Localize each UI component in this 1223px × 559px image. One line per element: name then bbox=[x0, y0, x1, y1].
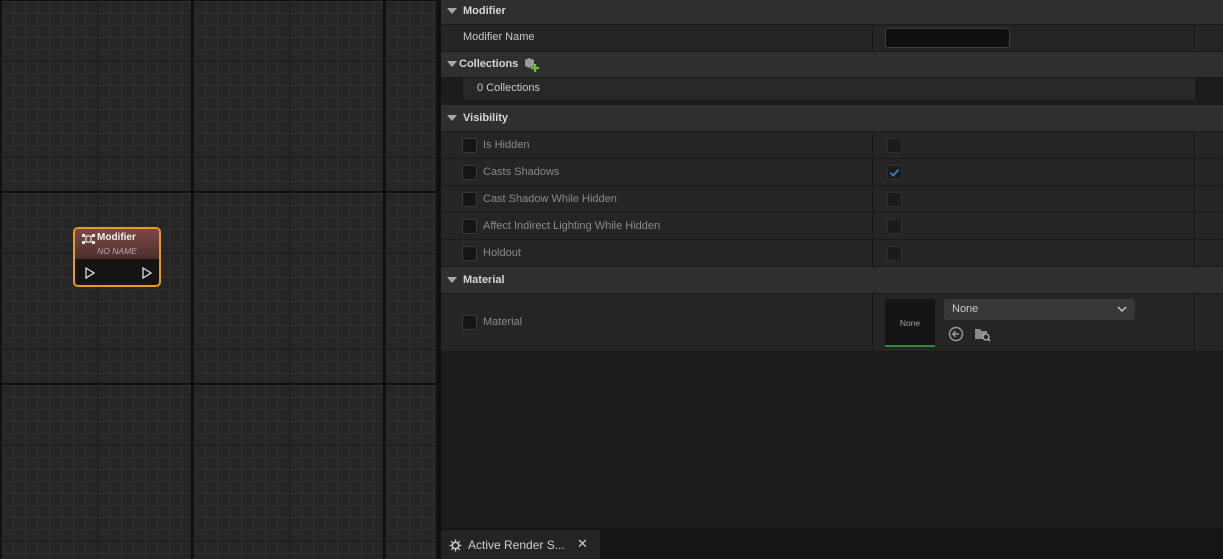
input-exec-pin-icon[interactable] bbox=[84, 267, 96, 279]
column-divider[interactable] bbox=[872, 213, 873, 239]
is-hidden-checkbox[interactable] bbox=[887, 138, 902, 153]
category-label: Visibility bbox=[463, 112, 509, 124]
details-panel: Modifier Modifier Name Collections 0 Col… bbox=[441, 0, 1223, 528]
collections-list-row: 0 Collections bbox=[441, 78, 1223, 101]
graph-editor-canvas[interactable]: Modifier NO NAME bbox=[0, 0, 436, 559]
material-asset-combo[interactable]: None bbox=[944, 299, 1135, 320]
property-label: Modifier Name bbox=[463, 31, 535, 43]
category-material[interactable]: Material bbox=[441, 267, 1223, 294]
category-label: Modifier bbox=[463, 5, 506, 17]
override-checkbox[interactable] bbox=[462, 165, 477, 180]
property-material: Material None None bbox=[441, 294, 1223, 352]
category-label: Material bbox=[463, 274, 505, 286]
property-label: Holdout bbox=[483, 247, 521, 259]
column-divider bbox=[1194, 294, 1195, 351]
collections-count: 0 Collections bbox=[477, 82, 540, 94]
override-checkbox[interactable] bbox=[462, 315, 477, 330]
column-divider bbox=[1194, 132, 1195, 158]
column-divider bbox=[1194, 25, 1195, 51]
category-collections[interactable]: Collections bbox=[441, 52, 1223, 78]
property-label: Material bbox=[483, 316, 523, 328]
override-checkbox[interactable] bbox=[462, 138, 477, 153]
output-exec-pin-icon[interactable] bbox=[141, 267, 153, 279]
close-icon[interactable]: ✕ bbox=[577, 537, 588, 552]
material-thumbnail[interactable]: None bbox=[885, 299, 935, 347]
holdout-checkbox[interactable] bbox=[887, 246, 902, 261]
column-divider bbox=[1194, 213, 1195, 239]
bottom-tab-bar: Active Render S... ✕ bbox=[441, 528, 1223, 559]
category-modifier[interactable]: Modifier bbox=[441, 0, 1223, 25]
property-label: Is Hidden bbox=[483, 139, 530, 151]
add-collection-icon[interactable] bbox=[523, 56, 540, 73]
tab-active-render-settings[interactable]: Active Render S... ✕ bbox=[441, 530, 600, 559]
column-divider[interactable] bbox=[872, 294, 873, 351]
collections-list: 0 Collections bbox=[463, 78, 1195, 100]
property-casts-shadows: Casts Shadows bbox=[441, 159, 1223, 186]
category-label: Collections bbox=[459, 58, 519, 70]
property-modifier-name: Modifier Name bbox=[441, 25, 1223, 52]
column-divider[interactable] bbox=[872, 25, 873, 51]
node-header: Modifier NO NAME bbox=[75, 229, 159, 259]
thumbnail-text: None bbox=[899, 318, 921, 328]
affect-indirect-lighting-checkbox[interactable] bbox=[887, 219, 902, 234]
column-divider[interactable] bbox=[872, 240, 873, 266]
property-affect-indirect-lighting: Affect Indirect Lighting While Hidden bbox=[441, 213, 1223, 240]
collapse-arrow-icon[interactable] bbox=[447, 8, 457, 14]
property-is-hidden: Is Hidden bbox=[441, 132, 1223, 159]
details-empty-area bbox=[441, 352, 1223, 528]
override-checkbox[interactable] bbox=[462, 246, 477, 261]
modifier-node[interactable]: Modifier NO NAME bbox=[73, 227, 161, 287]
use-selected-asset-icon[interactable] bbox=[948, 326, 964, 342]
property-label: Casts Shadows bbox=[483, 166, 560, 178]
browse-asset-icon[interactable] bbox=[974, 326, 991, 342]
cast-shadow-while-hidden-checkbox[interactable] bbox=[887, 192, 902, 207]
collapse-arrow-icon[interactable] bbox=[447, 277, 457, 283]
column-divider[interactable] bbox=[872, 159, 873, 185]
tab-label: Active Render S... bbox=[468, 538, 565, 552]
chevron-down-icon bbox=[1117, 306, 1127, 313]
node-title: Modifier bbox=[97, 232, 136, 243]
property-cast-shadow-while-hidden: Cast Shadow While Hidden bbox=[441, 186, 1223, 213]
column-divider[interactable] bbox=[872, 132, 873, 158]
column-divider bbox=[1194, 186, 1195, 212]
collapse-arrow-icon[interactable] bbox=[447, 115, 457, 121]
column-divider bbox=[1194, 240, 1195, 266]
collapse-arrow-icon[interactable] bbox=[447, 61, 457, 67]
casts-shadows-checkbox[interactable] bbox=[887, 165, 902, 180]
modifier-node-icon bbox=[82, 234, 95, 244]
category-visibility[interactable]: Visibility bbox=[441, 105, 1223, 132]
override-checkbox[interactable] bbox=[462, 219, 477, 234]
node-subtitle: NO NAME bbox=[97, 246, 137, 256]
render-settings-icon bbox=[449, 539, 462, 552]
property-label: Cast Shadow While Hidden bbox=[483, 193, 617, 205]
check-icon bbox=[889, 168, 900, 177]
column-divider bbox=[1194, 159, 1195, 185]
modifier-name-input[interactable] bbox=[885, 28, 1010, 48]
override-checkbox[interactable] bbox=[462, 192, 477, 207]
column-divider[interactable] bbox=[872, 186, 873, 212]
property-holdout: Holdout bbox=[441, 240, 1223, 267]
combo-value: None bbox=[952, 303, 979, 315]
property-label: Affect Indirect Lighting While Hidden bbox=[483, 220, 661, 232]
